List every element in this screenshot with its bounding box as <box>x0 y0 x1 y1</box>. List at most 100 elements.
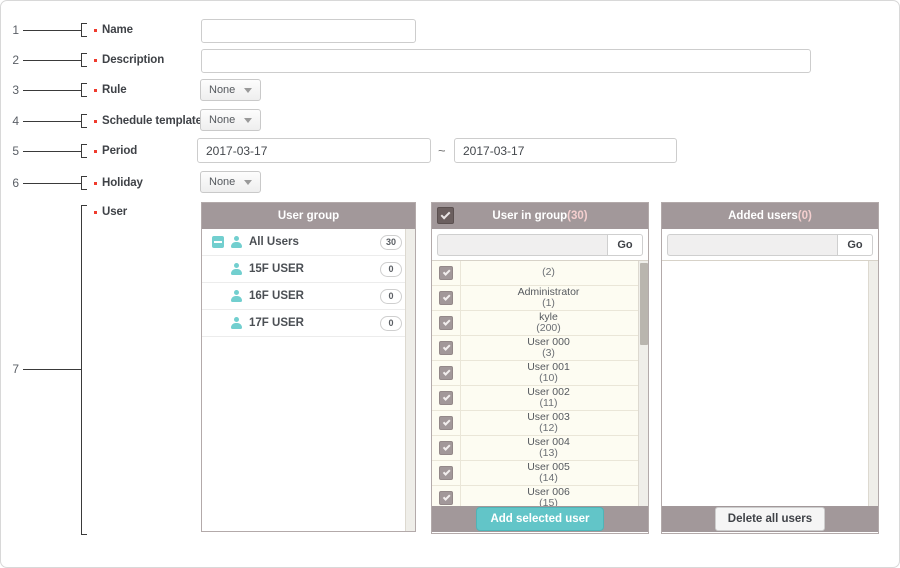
label-description: Description <box>102 54 165 66</box>
holiday-dropdown[interactable]: None <box>200 171 262 193</box>
user-group-scrollbar[interactable] <box>405 229 415 531</box>
list-item-id: (2) <box>542 266 555 279</box>
required-marker-description <box>94 59 97 62</box>
chevron-down-icon <box>244 179 253 185</box>
tree-row-label: 16F USER <box>249 290 304 302</box>
row-checkbox[interactable] <box>439 416 453 430</box>
chevron-down-icon <box>244 117 253 123</box>
callout-number-4: 4 <box>12 114 19 128</box>
chevron-down-icon <box>244 87 253 93</box>
callout-number-1: 1 <box>12 23 19 37</box>
rule-dropdown-value: None <box>209 84 236 96</box>
row-checkbox[interactable] <box>439 466 453 480</box>
list-item-text: User 002 (11) <box>461 386 648 410</box>
user-in-group-go-button[interactable]: Go <box>607 234 643 256</box>
user-in-group-scroll-thumb[interactable] <box>640 263 648 345</box>
list-item-id: (200) <box>536 322 561 334</box>
list-item-id: (11) <box>539 397 558 409</box>
required-marker-rule <box>94 89 97 92</box>
list-item[interactable]: User 005 (14) <box>432 461 648 486</box>
tree-row-count: 0 <box>380 261 402 277</box>
required-marker-name <box>94 29 97 32</box>
tree-row-all-users[interactable]: All Users 30 <box>202 229 415 256</box>
list-item-id: (12) <box>539 422 558 434</box>
user-in-group-search-row: Go <box>432 229 648 260</box>
list-item[interactable]: User 003 (12) <box>432 411 648 436</box>
tree-row-16f-user[interactable]: 16F USER 0 <box>202 283 415 310</box>
list-item-text: User 000 (3) <box>461 336 648 360</box>
list-item[interactable]: User 002 (11) <box>432 386 648 411</box>
callout-bracket-7 <box>81 205 87 535</box>
added-users-panel-title: Added users <box>728 210 798 222</box>
user-in-group-panel: User in group(30) Go (2) Administrator <box>431 202 649 534</box>
added-users-list <box>662 260 878 506</box>
callout-leader-6 <box>23 183 81 184</box>
list-item-id: (14) <box>539 472 558 484</box>
list-item[interactable]: User 006 (15) <box>432 486 648 506</box>
list-item-id: (3) <box>542 347 555 359</box>
row-checkbox[interactable] <box>439 441 453 455</box>
row-checkbox[interactable] <box>439 341 453 355</box>
added-users-search-input[interactable] <box>667 234 837 256</box>
list-item-id: (13) <box>539 447 558 459</box>
callout-bracket-1 <box>81 23 87 37</box>
callout-bracket-2 <box>81 53 87 67</box>
user-icon <box>230 262 243 276</box>
tree-row-17f-user[interactable]: 17F USER 0 <box>202 310 415 337</box>
form-page: 1 2 3 4 5 6 7 Name Description Rule None… <box>0 0 900 568</box>
user-group-panel: User group All Users 30 15F USER 0 16F U… <box>201 202 416 532</box>
added-users-panel-header: Added users (0) <box>662 203 878 229</box>
select-all-checkbox[interactable] <box>437 207 454 224</box>
list-item-text: kyle (200) <box>461 311 648 335</box>
callout-bracket-4 <box>81 114 87 128</box>
added-users-go-button[interactable]: Go <box>837 234 873 256</box>
callout-number-7: 7 <box>12 362 19 376</box>
delete-all-users-button[interactable]: Delete all users <box>714 507 826 531</box>
period-end-input[interactable] <box>454 138 677 163</box>
callout-number-2: 2 <box>12 53 19 67</box>
user-in-group-panel-footer: Add selected user <box>432 506 648 532</box>
list-item[interactable]: User 001 (10) <box>432 361 648 386</box>
added-users-scrollbar[interactable] <box>868 261 878 506</box>
list-item[interactable]: (2) <box>432 261 648 286</box>
list-item-text: User 003 (12) <box>461 411 648 435</box>
list-item-text: (2) <box>461 261 648 285</box>
callout-bracket-5 <box>81 144 87 158</box>
added-users-panel: Added users (0) Go Delete all users <box>661 202 879 534</box>
user-icon <box>230 316 243 330</box>
row-checkbox[interactable] <box>439 291 453 305</box>
list-item[interactable]: kyle (200) <box>432 311 648 336</box>
list-item-id: (15) <box>539 497 558 506</box>
tree-row-15f-user[interactable]: 15F USER 0 <box>202 256 415 283</box>
list-item-id: (1) <box>542 297 555 309</box>
added-users-panel-footer: Delete all users <box>662 506 878 532</box>
row-checkbox[interactable] <box>439 391 453 405</box>
row-checkbox[interactable] <box>439 491 453 505</box>
tree-row-count: 0 <box>380 288 402 304</box>
list-item-text: User 001 (10) <box>461 361 648 385</box>
list-item[interactable]: User 000 (3) <box>432 336 648 361</box>
name-input[interactable] <box>201 19 416 43</box>
row-checkbox[interactable] <box>439 366 453 380</box>
schedule-template-dropdown[interactable]: None <box>200 109 262 131</box>
user-in-group-scrollbar[interactable] <box>638 261 648 506</box>
required-marker-period <box>94 150 97 153</box>
required-marker-user <box>94 211 97 214</box>
callout-bracket-6 <box>81 176 87 190</box>
add-selected-user-button[interactable]: Add selected user <box>476 507 604 531</box>
added-users-panel-count: (0) <box>797 210 812 222</box>
row-checkbox[interactable] <box>439 316 453 330</box>
added-users-search-row: Go <box>662 229 878 260</box>
label-schedule-template: Schedule template <box>102 115 202 127</box>
rule-dropdown[interactable]: None <box>200 79 262 101</box>
required-marker-schedule-template <box>94 120 97 123</box>
user-in-group-search-input[interactable] <box>437 234 607 256</box>
row-checkbox[interactable] <box>439 266 453 280</box>
collapse-minus-icon[interactable] <box>212 236 224 248</box>
description-input[interactable] <box>201 49 811 73</box>
period-start-input[interactable] <box>197 138 431 163</box>
list-item[interactable]: Administrator (1) <box>432 286 648 311</box>
callout-leader-7 <box>23 369 81 370</box>
list-item[interactable]: User 004 (13) <box>432 436 648 461</box>
callout-leader-5 <box>23 151 81 152</box>
